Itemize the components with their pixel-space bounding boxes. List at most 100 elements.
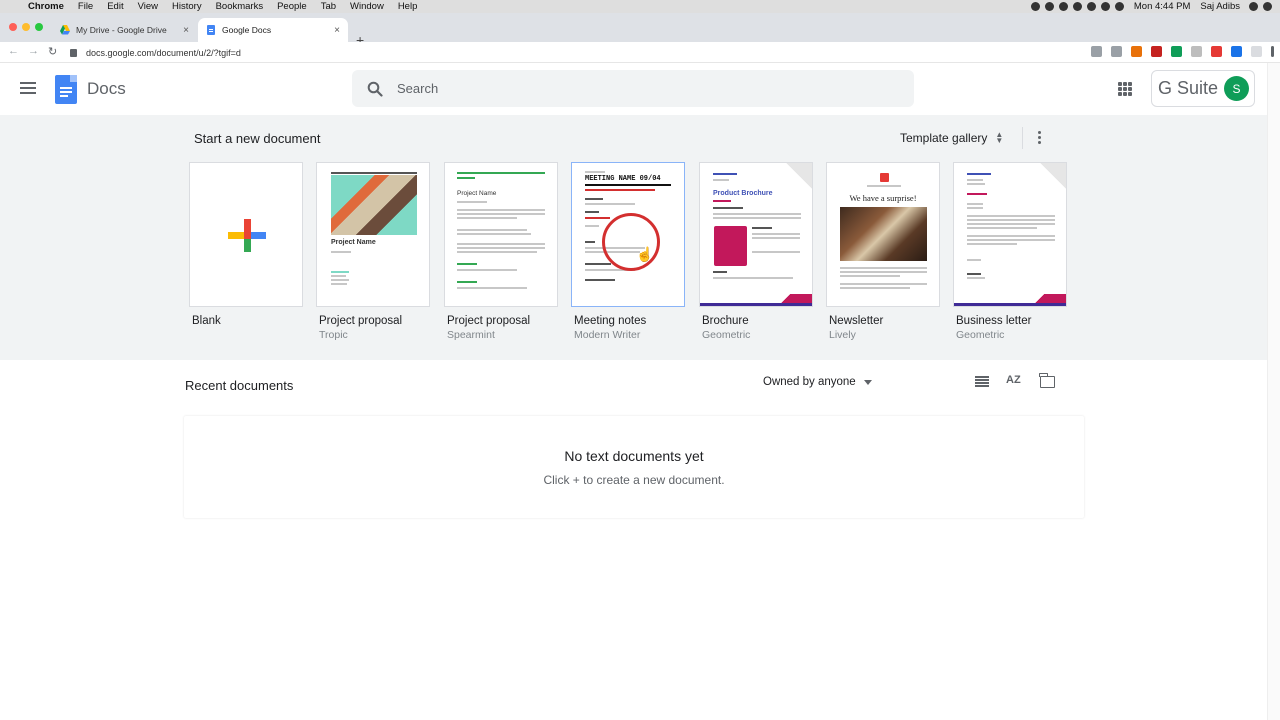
window-zoom-button[interactable] xyxy=(35,23,43,31)
search-input[interactable] xyxy=(397,81,877,96)
thumb-text-line xyxy=(752,233,800,235)
docs-favicon-icon xyxy=(207,25,215,35)
gsuite-logo: G Suite xyxy=(1158,78,1219,98)
menu-window[interactable]: Window xyxy=(350,1,384,12)
thumb-text-line xyxy=(713,200,731,202)
template-project-proposal-tropic[interactable]: Project Name Project proposal Tropic xyxy=(316,162,430,341)
template-project-proposal-spearmint[interactable]: Project Name Project proposal Spearmint xyxy=(444,162,558,341)
divider xyxy=(1022,127,1023,149)
url-text[interactable]: docs.google.com/document/u/2/?tgif=d xyxy=(86,48,241,58)
tab-close-icon[interactable]: × xyxy=(334,25,340,36)
tab-google-docs[interactable]: Google Docs × xyxy=(198,18,348,42)
window-minimize-button[interactable] xyxy=(22,23,30,31)
extension-icon[interactable] xyxy=(1251,46,1262,57)
template-blank[interactable]: Blank xyxy=(189,162,303,329)
tab-close-icon[interactable]: × xyxy=(183,25,189,36)
thumb-text-line xyxy=(713,213,801,215)
extension-icon[interactable] xyxy=(1231,46,1242,57)
sort-az-icon[interactable]: AZ xyxy=(1006,374,1021,386)
chrome-menu-icon[interactable] xyxy=(1271,46,1274,57)
thumb-text-line xyxy=(585,198,603,200)
menu-history[interactable]: History xyxy=(172,1,202,12)
template-thumbnail[interactable]: MEETING NAME 09/04 ☝ xyxy=(571,162,685,307)
empty-state-title: No text documents yet xyxy=(564,448,704,464)
tray-timemachine-icon[interactable] xyxy=(1072,2,1082,11)
tray-cloud-icon[interactable] xyxy=(1058,2,1068,11)
page-scrollbar[interactable] xyxy=(1267,63,1280,720)
address-bar[interactable]: docs.google.com/document/u/2/?tgif=d xyxy=(70,44,1110,61)
thumb-text-line xyxy=(713,217,801,219)
macos-menubar: Chrome File Edit View History Bookmarks … xyxy=(0,0,1280,13)
menu-view[interactable]: View xyxy=(138,1,158,12)
template-business-letter[interactable]: Business letter Geometric xyxy=(953,162,1067,341)
google-apps-icon[interactable] xyxy=(1118,82,1132,96)
docs-logo-icon[interactable] xyxy=(55,75,77,104)
extension-icon[interactable] xyxy=(1211,46,1222,57)
main-menu-icon[interactable] xyxy=(20,82,36,94)
template-thumbnail[interactable]: We have a surprise! xyxy=(826,162,940,307)
avatar[interactable]: S xyxy=(1224,76,1249,101)
menu-edit[interactable]: Edit xyxy=(107,1,123,12)
list-view-icon[interactable] xyxy=(975,376,989,387)
thumb-corner xyxy=(1040,163,1066,189)
bookmark-star-icon[interactable] xyxy=(1111,46,1122,57)
search-icon[interactable] xyxy=(367,81,383,97)
menu-chrome[interactable]: Chrome xyxy=(28,1,64,12)
thumb-text-line xyxy=(331,251,351,253)
tray-volume-icon[interactable] xyxy=(1114,2,1124,11)
extension-beta-icon[interactable] xyxy=(1171,46,1182,57)
template-thumbnail[interactable] xyxy=(953,162,1067,307)
template-subtitle: Spearmint xyxy=(447,329,495,341)
extension-icon[interactable] xyxy=(1131,46,1142,57)
template-thumbnail[interactable]: Project Name xyxy=(444,162,558,307)
template-meeting-notes[interactable]: MEETING NAME 09/04 ☝ Meeting notes Moder… xyxy=(571,162,685,341)
forward-button[interactable]: → xyxy=(28,45,39,57)
thumb-text-line xyxy=(967,193,987,195)
tab-my-drive[interactable]: My Drive - Google Drive × xyxy=(52,18,197,42)
app-name[interactable]: Docs xyxy=(87,79,126,99)
window-close-button[interactable] xyxy=(9,23,17,31)
thumb-text-line xyxy=(585,217,610,219)
template-newsletter[interactable]: We have a surprise! Newsletter Lively xyxy=(826,162,940,341)
thumb-text-line xyxy=(457,247,545,249)
spotlight-icon[interactable] xyxy=(1249,2,1258,11)
menubar-user[interactable]: Saj Adibs xyxy=(1200,1,1240,12)
extension-icon[interactable] xyxy=(1191,46,1202,57)
reload-button[interactable]: ↻ xyxy=(48,45,57,58)
thumb-phone-image xyxy=(714,226,747,266)
tray-record-icon[interactable] xyxy=(1030,2,1040,11)
tray-bluetooth-icon[interactable] xyxy=(1086,2,1096,11)
thumb-text-line xyxy=(457,243,545,245)
folder-picker-icon[interactable] xyxy=(1039,373,1055,388)
tray-wifi-icon[interactable] xyxy=(1100,2,1110,11)
back-button[interactable]: ← xyxy=(8,45,19,57)
extension-icon[interactable] xyxy=(1151,46,1162,57)
tray-dropbox-icon[interactable] xyxy=(1044,2,1054,11)
owner-filter-dropdown[interactable]: Owned by anyone xyxy=(763,376,872,388)
menu-tab[interactable]: Tab xyxy=(321,1,336,12)
search-box[interactable] xyxy=(352,70,914,107)
empty-state-card: No text documents yet Click + to create … xyxy=(184,416,1084,518)
menu-people[interactable]: People xyxy=(277,1,307,12)
template-thumbnail[interactable]: Project Name xyxy=(316,162,430,307)
account-switcher[interactable]: G Suite S xyxy=(1151,70,1255,107)
thumb-text-line xyxy=(457,201,487,203)
template-gallery-toggle[interactable]: Template gallery ▲ ▼ xyxy=(900,131,1003,146)
zoom-icon[interactable] xyxy=(1091,46,1102,57)
template-brochure[interactable]: Product Brochure Brochure Geometric xyxy=(699,162,813,341)
thumb-artwork xyxy=(331,175,417,235)
more-options-icon[interactable] xyxy=(1038,131,1042,144)
menu-help[interactable]: Help xyxy=(398,1,418,12)
notification-center-icon[interactable] xyxy=(1263,2,1272,11)
template-thumbnail[interactable]: Product Brochure xyxy=(699,162,813,307)
menubar-clock[interactable]: Mon 4:44 PM xyxy=(1134,1,1191,12)
template-name: Brochure xyxy=(702,315,749,327)
template-thumbnail[interactable] xyxy=(189,162,303,307)
thumb-text-line xyxy=(967,219,1055,221)
docs-header: Docs G Suite S xyxy=(0,63,1280,115)
lock-icon[interactable] xyxy=(70,48,77,57)
menu-file[interactable]: File xyxy=(78,1,93,12)
thumb-text-line xyxy=(967,273,981,275)
menu-bookmarks[interactable]: Bookmarks xyxy=(216,1,264,12)
thumb-text-line xyxy=(840,287,910,289)
